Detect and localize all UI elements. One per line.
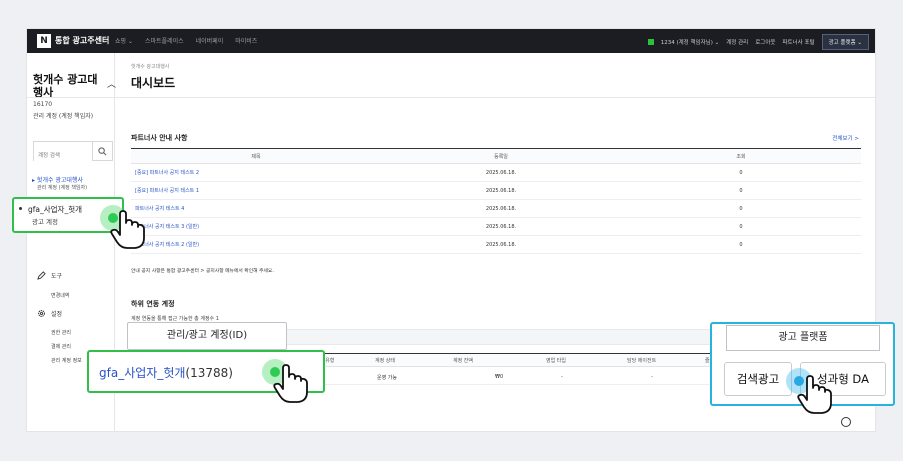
breadcrumb: 헛개수 광고대행사 — [131, 64, 170, 70]
sidebar-account-link[interactable]: ▸ 헛개수 광고대행사 — [32, 175, 83, 184]
column-header-account-status: 계정 상태 — [375, 358, 395, 364]
notice-title-link[interactable]: 파트너사 공지 테스트 4 — [131, 199, 381, 218]
account-search-input[interactable] — [34, 147, 92, 165]
notice-views: 0 — [621, 163, 861, 182]
notice-title-link[interactable]: [중요] 파트너사 공지 테스트 1 — [131, 181, 381, 200]
sidebar-item-account-info[interactable]: 관리 계정 정보 — [51, 357, 82, 364]
brand-title[interactable]: 통합 광고주센터 — [55, 35, 109, 46]
account-manage-link[interactable]: 계정 관리 — [726, 38, 748, 46]
callout-id-label: 관리/광고 계정(ID) — [127, 322, 287, 350]
table-row[interactable]: 파트너사 공지 테스트 2 (일반) 2025.06.18. 0 — [131, 235, 861, 254]
partner-portal-link[interactable]: 파트너사 포털 — [782, 38, 814, 46]
notice-views: 0 — [621, 181, 861, 200]
bullet-icon — [19, 207, 22, 210]
sidebar-item-settings[interactable]: 설정 — [37, 309, 62, 318]
sub-accounts-title: 하위 연동 계정 — [131, 300, 175, 308]
sidebar-account-role: 관리 계정 (계정 책임자) — [33, 113, 94, 120]
gear-icon — [38, 310, 45, 317]
notice-title-link[interactable]: 파트너사 공지 테스트 2 (일반) — [131, 235, 381, 254]
callout-account-type: 광고 계정 — [32, 218, 58, 226]
column-header-sales-type: 영업 타입 — [546, 358, 566, 364]
table-header-row: 제목 등록일 조회 — [131, 148, 861, 164]
table-row[interactable]: [중요] 파트너사 공지 테스트 2 2025.06.18. 0 — [131, 163, 861, 182]
top-nav-smartplace[interactable]: 스마트플레이스 — [145, 36, 184, 45]
table-row[interactable]: 파트너사 공지 테스트 3 (일반) 2025.06.18. 0 — [131, 217, 861, 236]
notice-date: 2025.06.18. — [381, 217, 621, 236]
naver-logo-icon[interactable]: N — [37, 34, 51, 48]
sidebar-item-permissions[interactable]: 권한 관리 — [51, 329, 71, 336]
notice-views: 0 — [621, 217, 861, 236]
sidebar-item-billing[interactable]: 결제 관리 — [51, 343, 71, 350]
sidebar-item-label: 설정 — [51, 311, 63, 318]
search-button[interactable] — [92, 142, 112, 160]
agent-value: - — [651, 374, 653, 380]
pencil-icon — [37, 271, 46, 280]
pointer-hand-icon — [797, 375, 832, 414]
account-status-icon — [647, 39, 654, 45]
top-nav-menu: 쇼핑 ⌄ 스마트플레이스 네이버페이 마이비즈 — [115, 36, 257, 45]
callout-id-number: (13788) — [185, 366, 233, 380]
notice-date: 2025.06.18. — [381, 163, 621, 182]
column-header-date: 등록일 — [381, 148, 621, 164]
account-status-value: 운영 가능 — [377, 375, 397, 381]
notice-section-title: 파트너사 안내 사항 — [131, 134, 188, 142]
header-divider — [27, 97, 875, 98]
sidebar-item-change-history[interactable]: 변경내역 — [51, 292, 69, 299]
column-header-title: 제목 — [131, 148, 381, 164]
table-row[interactable]: 파트너사 공지 테스트 4 2025.06.18. 0 — [131, 199, 861, 218]
column-header-balance: 계정 잔액 — [453, 358, 473, 364]
table-row[interactable]: [중요] 파트너사 공지 테스트 1 2025.06.18. 0 — [131, 181, 861, 200]
top-navigation-bar: N 통합 광고주센터 쇼핑 ⌄ 스마트플레이스 네이버페이 마이비즈 1234 … — [27, 29, 875, 53]
top-nav-mybiz[interactable]: 마이비즈 — [235, 36, 257, 45]
sidebar-account-sub: 관리 계정 (계정 책임자) — [37, 185, 88, 191]
sub-accounts-desc: 계정 연동을 통해 접근 가능한 총 계정수 1 — [131, 316, 219, 322]
account-search — [33, 141, 113, 165]
pointer-hand-icon — [273, 364, 308, 403]
notice-date: 2025.06.18. — [381, 181, 621, 200]
top-nav-shopping[interactable]: 쇼핑 ⌄ — [115, 36, 133, 45]
search-ad-button[interactable]: 검색광고 — [724, 362, 792, 396]
logout-link[interactable]: 로그아웃 — [755, 38, 775, 46]
notice-view-all-link[interactable]: 전체보기 > — [832, 134, 859, 142]
ad-platform-button[interactable]: 광고 플랫폼 ⌄ — [821, 34, 869, 50]
account-balance-value: ₩0 — [495, 374, 504, 380]
notice-date: 2025.06.18. — [381, 235, 621, 254]
notice-views: 0 — [621, 199, 861, 218]
column-header-agent: 담당 에이전트 — [627, 358, 657, 364]
sidebar-item-tools[interactable]: 도구 — [37, 271, 62, 280]
top-right-menu: 1234 (계정 책임자님) ⌄ 계정 관리 로그아웃 파트너사 포털 광고 플… — [647, 34, 869, 50]
chevron-up-icon[interactable]: ︿ — [107, 77, 116, 90]
platform-label: 광고 플랫폼 — [726, 325, 880, 351]
sidebar-account-title: 헛개수 광고대행사 — [33, 73, 98, 99]
callout-id-text[interactable]: gfa_사업자_헛개(13788) — [99, 364, 233, 381]
sidebar-account-id: 16170 — [33, 101, 53, 108]
notice-table: 제목 등록일 조회 [중요] 파트너사 공지 테스트 2 2025.06.18.… — [131, 148, 861, 254]
callout-id-name: gfa_사업자_헛개 — [99, 366, 186, 380]
view-settings-icon[interactable] — [841, 417, 851, 427]
sales-type-value: - — [561, 374, 563, 380]
notice-title-link[interactable]: [중요] 파트너사 공지 테스트 2 — [131, 163, 381, 182]
sidebar-item-label: 도구 — [51, 273, 63, 280]
page-title: 대시보드 — [131, 76, 176, 90]
callout-account-name[interactable]: gfa_사업자_헛개 — [28, 204, 82, 215]
notice-title-link[interactable]: 파트너사 공지 테스트 3 (일반) — [131, 217, 381, 236]
account-chip[interactable]: 1234 (계정 책임자님) ⌄ — [661, 38, 720, 46]
top-nav-naverpay[interactable]: 네이버페이 — [196, 36, 224, 45]
notice-footnote: 안내 공지 사항은 통합 광고주센터 > 공지사항 메뉴에서 확인해 주세요. — [131, 269, 274, 274]
column-header-views: 조회 — [621, 148, 861, 164]
search-icon — [98, 146, 107, 155]
notice-date: 2025.06.18. — [381, 199, 621, 218]
pointer-hand-icon — [110, 210, 145, 249]
notice-views: 0 — [621, 235, 861, 254]
sidebar-account-name: 헛개수 광고대행사 — [36, 177, 83, 184]
